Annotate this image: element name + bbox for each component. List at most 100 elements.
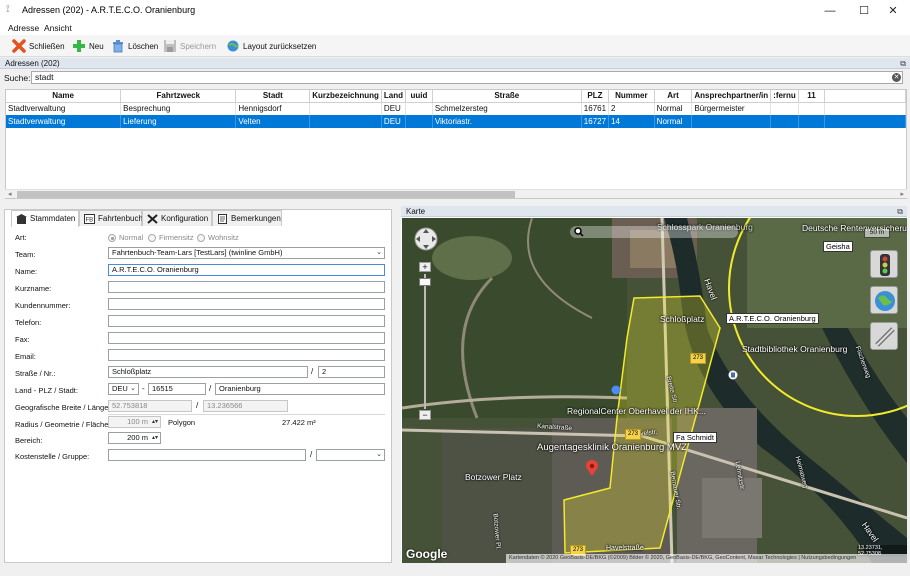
- stepper-arrows-icon: ▴▾: [151, 435, 158, 441]
- col-header-ansprechpartner[interactable]: Ansprechpartner/in: [691, 90, 772, 103]
- scrollbar-thumb[interactable]: [17, 191, 515, 198]
- bereich-stepper[interactable]: 200 m ▴▾: [108, 432, 161, 444]
- scroll-right-icon[interactable]: ▸: [900, 190, 904, 198]
- search-input[interactable]: stadt: [31, 71, 903, 84]
- trash-icon: [113, 40, 123, 53]
- tab-stammdaten[interactable]: Stammdaten: [11, 210, 79, 227]
- map-pin-icon[interactable]: [586, 460, 598, 476]
- radius-stepper[interactable]: 100 m ▴▾: [108, 416, 161, 428]
- title-bar: ⟟ Adressen (202) - A.R.T.E.C.O. Oranienb…: [0, 0, 910, 22]
- zoom-slider[interactable]: [424, 274, 426, 409]
- col-header-fahrtzweck[interactable]: Fahrtzweck: [120, 90, 237, 103]
- close-x-icon: [12, 39, 26, 53]
- name-field[interactable]: A.R.T.E.C.O. Oranienburg: [108, 264, 385, 276]
- minimize-button[interactable]: —: [813, 0, 847, 22]
- map-marker-arteco[interactable]: A.R.T.E.C.O. Oranienburg: [726, 313, 819, 324]
- menu-ansicht[interactable]: Ansicht: [44, 23, 72, 33]
- art-radio-wohnsitz[interactable]: Wohnsitz: [197, 233, 239, 242]
- col-header-name[interactable]: Name: [6, 90, 122, 103]
- plz-field[interactable]: 16515: [148, 383, 206, 395]
- list-panel-title: Adressen (202): [5, 59, 60, 68]
- col-header-art[interactable]: Art: [654, 90, 693, 103]
- radio-dot: [197, 233, 205, 242]
- delete-button[interactable]: Löschen: [111, 38, 158, 54]
- poi-icon[interactable]: [611, 385, 621, 395]
- kostenstelle-field[interactable]: [108, 449, 306, 461]
- col-header-fernu[interactable]: :fernu: [770, 90, 799, 103]
- close-button[interactable]: Schließen: [12, 38, 65, 54]
- cell: Hennigsdorf: [235, 102, 311, 115]
- latitude-field[interactable]: 52.753818: [108, 400, 192, 412]
- pin-icon[interactable]: ⧉: [897, 206, 903, 217]
- col-header-nummer[interactable]: Nummer: [608, 90, 655, 103]
- map-marker-geisha[interactable]: Geisha: [823, 241, 853, 252]
- table-horizontal-scrollbar[interactable]: ◂ ▸: [5, 189, 907, 198]
- email-field[interactable]: [108, 349, 385, 361]
- longitude-field[interactable]: 13.236566: [203, 400, 288, 412]
- stepper-arrows-icon: ▴▾: [151, 419, 158, 425]
- close-window-button[interactable]: ✕: [876, 0, 910, 22]
- scroll-left-icon[interactable]: ◂: [8, 190, 12, 198]
- menu-adresse[interactable]: Adresse: [8, 23, 39, 33]
- telefon-field[interactable]: [108, 315, 385, 327]
- search-label: Suche:: [4, 73, 31, 83]
- map-search-bar[interactable]: [570, 226, 738, 238]
- separator: /: [310, 450, 313, 459]
- art-radio-firmensitz[interactable]: Firmensitz: [148, 233, 194, 242]
- cell: 14: [608, 115, 655, 128]
- zoom-out-icon[interactable]: −: [419, 410, 431, 420]
- fax-field[interactable]: [108, 332, 385, 344]
- col-header-uuid[interactable]: uuid: [405, 90, 433, 103]
- table-row[interactable]: Stadtverwaltung Besprechung Hennigsdorf …: [6, 102, 906, 115]
- col-header-plz[interactable]: PLZ: [581, 90, 610, 103]
- delete-button-label: Löschen: [128, 41, 159, 51]
- clear-search-icon[interactable]: ✕: [892, 73, 901, 82]
- geo-label: Geografische Breite / Länge:: [15, 403, 111, 412]
- tab-fahrtenbuch[interactable]: FB Fahrtenbuch: [79, 210, 143, 226]
- satellite-map[interactable]: Schlosspark Oranienburg Havel Deutsche R…: [402, 218, 907, 563]
- strasse-field[interactable]: Schloßplatz: [108, 366, 308, 378]
- map-marker-fa-schmidt[interactable]: Fa Schmidt: [673, 432, 717, 443]
- new-button[interactable]: Neu: [72, 38, 104, 54]
- cell: 16727: [581, 115, 610, 128]
- zoom-slider-handle[interactable]: [419, 278, 431, 286]
- team-value: Fahrtenbuch-Team-Lars [TestLars] (twinli…: [112, 248, 283, 257]
- stadt-field[interactable]: Oranienburg: [215, 383, 385, 395]
- table-row-selected[interactable]: Stadtverwaltung Lieferung Velten DEU Vik…: [6, 115, 906, 128]
- kurzname-field[interactable]: [108, 281, 385, 293]
- road-number-273: 273: [690, 353, 707, 364]
- hausnummer-field[interactable]: 2: [318, 366, 385, 378]
- team-label: Team:: [15, 250, 36, 259]
- library-icon[interactable]: [728, 370, 738, 380]
- road-number-273: 273: [625, 429, 642, 440]
- map-attribution[interactable]: Kartendaten © 2020 GeoBasis-DE/BKG (©200…: [506, 554, 907, 563]
- map-panel-header: Karte ⧉: [401, 206, 907, 217]
- col-header-land[interactable]: Land: [381, 90, 407, 103]
- col-header-strasse[interactable]: Straße: [432, 90, 582, 103]
- ruler-icon[interactable]: [870, 322, 898, 350]
- pan-control-icon[interactable]: [414, 227, 438, 251]
- globe-icon[interactable]: [870, 286, 898, 314]
- email-label: Email:: [15, 352, 36, 361]
- radio-label: Normal: [119, 233, 144, 242]
- traffic-light-icon[interactable]: [870, 250, 898, 278]
- col-header-stadt[interactable]: Stadt: [235, 90, 311, 103]
- cell: Besprechung: [120, 102, 237, 115]
- col-header-kurzbezeichnung[interactable]: Kurzbezeichnung: [309, 90, 382, 103]
- strasse-label: Straße / Nr.:: [15, 369, 56, 378]
- tab-konfiguration[interactable]: Konfiguration: [142, 210, 212, 226]
- col-header-11[interactable]: 11: [798, 90, 826, 103]
- pin-icon[interactable]: ⧉: [900, 58, 906, 69]
- gruppe-select[interactable]: ⌄: [316, 449, 385, 461]
- team-select[interactable]: Fahrtenbuch-Team-Lars [TestLars] (twinli…: [108, 247, 385, 259]
- chevron-down-icon: ⌄: [130, 385, 136, 392]
- land-select[interactable]: DEU ⌄: [108, 383, 139, 395]
- cell: Stadtverwaltung: [6, 115, 122, 128]
- zoom-in-icon[interactable]: +: [419, 262, 431, 272]
- reset-layout-button[interactable]: Layout zurücksetzen: [226, 38, 316, 54]
- kundennummer-field[interactable]: [108, 298, 385, 310]
- art-radio-normal[interactable]: Normal: [108, 233, 143, 242]
- save-button[interactable]: Speichern: [163, 38, 216, 54]
- tab-bemerkungen[interactable]: Bemerkungen: [212, 210, 282, 226]
- menu-bar: Adresse Ansicht: [0, 22, 910, 35]
